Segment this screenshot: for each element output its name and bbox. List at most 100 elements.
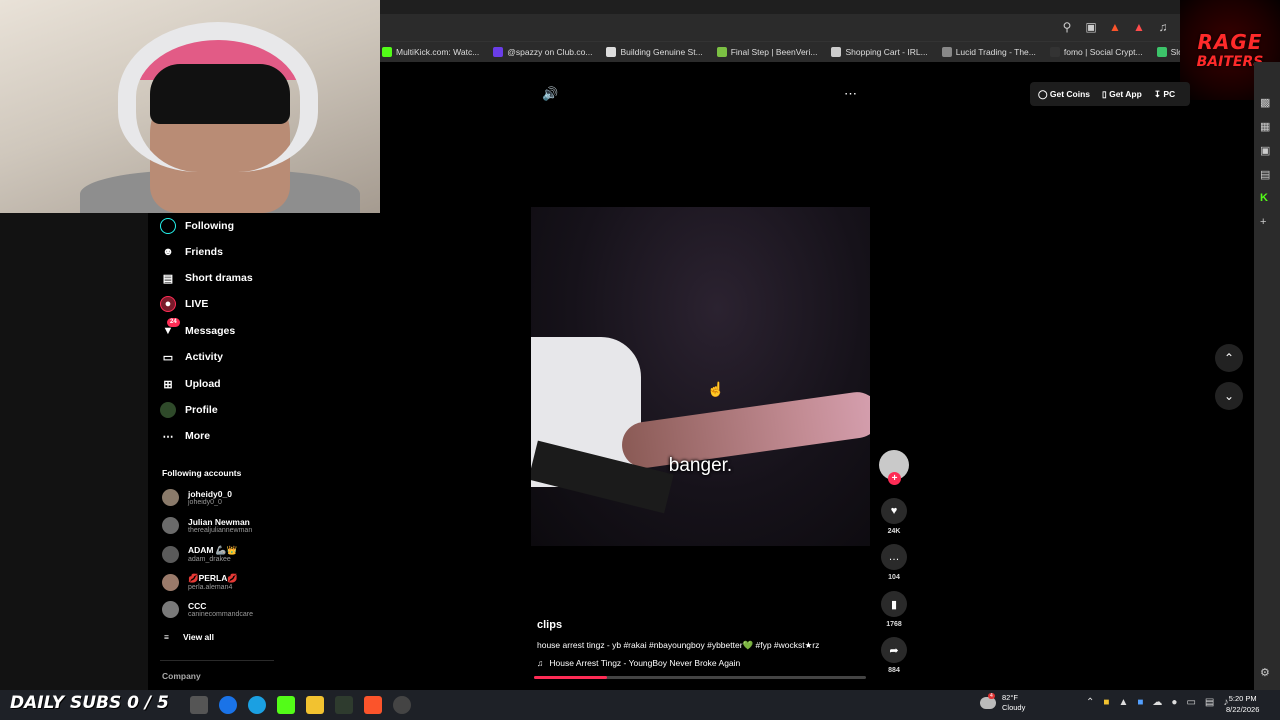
comment-button[interactable]: … 104 [878, 544, 910, 581]
rewards-icon[interactable]: ▲ [1132, 20, 1146, 34]
volume-icon[interactable]: 🔊 [542, 86, 558, 102]
sidebar-item-friends[interactable]: ☻ Friends [160, 242, 223, 262]
bookmark-favicon-icon [606, 47, 617, 57]
divider [160, 660, 274, 661]
sidebar-item-messages[interactable]: ▼ 24 Messages [160, 318, 235, 341]
sidebar-item-label: Following [185, 220, 234, 232]
chevron-up-icon: ⌃ [1223, 351, 1235, 365]
sidebar-item-upload[interactable]: ⊞ Upload [160, 374, 220, 394]
chevron-up-icon[interactable]: ⌃ [1086, 697, 1094, 708]
zoom-icon[interactable]: ⚲ [1060, 20, 1074, 34]
weather-widget[interactable]: 4 82°F Cloudy [980, 693, 1025, 713]
bookmark-item[interactable]: Shopping Cart - IRL... [831, 47, 928, 57]
tray-shield-icon[interactable]: ▲ [1118, 697, 1128, 708]
sidebar-item-profile[interactable]: Profile [160, 400, 218, 420]
monitor-icon[interactable]: ▭ [1186, 697, 1195, 708]
save-count: 1768 [886, 621, 902, 628]
sidebar-item-following[interactable]: Following [160, 216, 234, 236]
bookmark-item[interactable]: fomo | Social Crypt... [1049, 47, 1143, 57]
sidebar-item-label: More [185, 430, 211, 442]
kick-icon[interactable]: K [1260, 192, 1268, 204]
wallet-2-icon[interactable]: ▦ [1260, 120, 1270, 133]
music-title: House Arrest Tingz - YoungBoy Never Brok… [549, 658, 741, 668]
bookmark-item[interactable]: Lucid Trading - The... [941, 47, 1036, 57]
brave-icon[interactable] [364, 696, 382, 714]
tray-app-2-icon[interactable]: ■ [1137, 697, 1143, 708]
bookmark-item[interactable]: Building Genuine St... [606, 47, 703, 57]
cloud-sync-icon[interactable]: ☁ [1152, 697, 1162, 708]
network-icon[interactable]: ▤ [1205, 697, 1214, 708]
kick-app-icon[interactable] [277, 696, 295, 714]
author-avatar: + [879, 450, 909, 485]
task-view-icon[interactable] [190, 696, 208, 714]
hand-cursor-icon: ☝ [707, 381, 725, 397]
view-all-link[interactable]: ≡ View all [164, 632, 214, 642]
daily-subs-overlay: DAILY SUBS 0 / 5 [10, 693, 169, 713]
get-app-button[interactable]: ▯ Get App [1102, 89, 1142, 100]
app-icon[interactable] [219, 696, 237, 714]
following-account[interactable]: Julian Newman therealjuliannewman [162, 517, 252, 534]
sidebar-item-short-dramas[interactable]: ▤ Short dramas [160, 268, 253, 288]
video-author[interactable]: clips [537, 619, 562, 631]
cast-icon[interactable]: ▣ [1084, 20, 1098, 34]
bookmark-item[interactable]: Final Step | BeenVeri... [716, 47, 817, 57]
account-display-name: CCC [188, 601, 207, 611]
bookmark-item[interactable]: MultiKick.com: Watc... [382, 47, 479, 57]
bookmark-icon: ▮ [881, 591, 907, 617]
next-video-button[interactable]: ⌄ [1215, 382, 1243, 410]
company-link[interactable]: Company [162, 671, 201, 681]
video-player[interactable]: banger. [531, 207, 870, 546]
reading-list-icon[interactable]: ▤ [1260, 168, 1270, 181]
folder-icon[interactable] [306, 696, 324, 714]
bookmark-item[interactable]: @spazzy on Club.co... [493, 47, 592, 57]
account-username: therealjuliannewman [188, 527, 253, 534]
settings-gear-icon[interactable]: ⚙ [1260, 666, 1270, 679]
add-panel-icon[interactable]: + [1260, 216, 1266, 228]
previous-video-button[interactable]: ⌃ [1215, 344, 1243, 372]
bookmarks-panel-icon[interactable]: ▣ [1260, 144, 1270, 157]
following-account[interactable]: CCC caninecommandcare [162, 601, 253, 618]
account-display-name: Julian Newman [188, 517, 250, 527]
wallet-icon[interactable]: ▩ [1260, 96, 1270, 109]
following-account[interactable]: joheidy0_0 joheidy0_0 [162, 489, 232, 506]
video-progress-bar[interactable] [534, 676, 866, 679]
activity-icon: ▭ [162, 351, 174, 364]
taskbar-apps [190, 696, 411, 714]
save-button[interactable]: ▮ 1768 [878, 591, 910, 628]
tray-app-icon[interactable]: ■ [1103, 697, 1109, 708]
edge-icon[interactable] [248, 696, 266, 714]
author-avatar-button[interactable]: + [878, 450, 910, 485]
sidebar-item-live[interactable]: ● LIVE [160, 294, 208, 314]
bookmark-label: Lucid Trading - The... [955, 47, 1036, 57]
pc-button[interactable]: ↧ PC [1154, 89, 1175, 100]
terminal-icon[interactable] [335, 696, 353, 714]
share-button[interactable]: ➦ 884 [878, 637, 910, 674]
recording-app-icon[interactable] [393, 696, 411, 714]
bookmark-label: fomo | Social Crypt... [1063, 47, 1143, 57]
brave-shield-icon[interactable]: ▲ [1108, 20, 1122, 34]
sidebar-item-activity[interactable]: ▭ Activity [160, 347, 223, 367]
bookmark-favicon-icon [941, 47, 952, 57]
video-music[interactable]: ♫ House Arrest Tingz - YoungBoy Never Br… [537, 658, 740, 668]
share-icon: ➦ [881, 637, 907, 663]
microphone-icon[interactable]: ● [1171, 697, 1177, 708]
account-display-name: 💋PERLA💋 [188, 573, 238, 583]
system-tray: ⌃ ■ ▲ ■ ☁ ● ▭ ▤ ♪ [1086, 697, 1228, 708]
sidebar-item-label: Friends [185, 246, 223, 258]
music-icon[interactable]: ♫ [1156, 20, 1170, 34]
video-description: house arrest tingz - yb #rakai #nbayoung… [537, 640, 820, 650]
sidebar-item-more[interactable]: ⋯ More [160, 426, 211, 446]
bookmark-favicon-icon [1156, 47, 1167, 57]
avatar [162, 601, 179, 618]
system-clock[interactable]: 5:20 PM 8/22/2026 [1226, 693, 1259, 715]
like-button[interactable]: ♥ 24K [878, 498, 910, 535]
short-dramas-icon: ▤ [162, 272, 174, 285]
following-account[interactable]: ADAM 🦾👑 adam_drakee [162, 545, 237, 563]
following-account[interactable]: 💋PERLA💋 perla.aleman4 [162, 573, 238, 591]
follow-plus-icon[interactable]: + [888, 472, 901, 485]
live-icon: ● [160, 296, 176, 312]
more-options-icon[interactable]: ⋯ [844, 86, 858, 102]
heart-icon: ♥ [881, 498, 907, 524]
account-display-name: joheidy0_0 [188, 489, 232, 499]
get-coins-button[interactable]: ◯ Get Coins [1038, 89, 1090, 100]
